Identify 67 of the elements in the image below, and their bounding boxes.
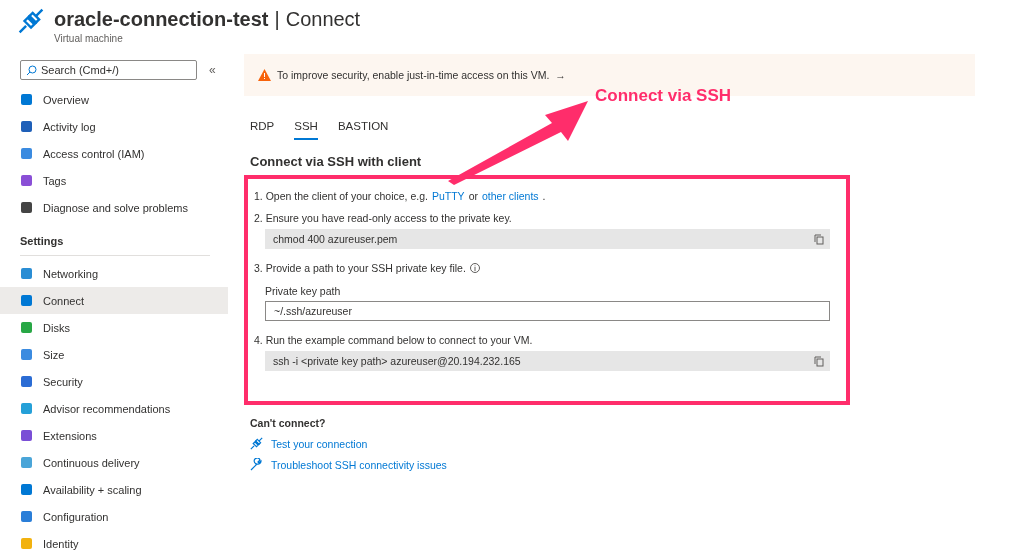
item-icon	[20, 537, 33, 550]
section-heading: Settings	[20, 221, 210, 256]
step-text: 2. Ensure you have read-only access to the private key.	[254, 212, 512, 224]
item-icon	[20, 402, 33, 415]
help-link[interactable]: Test your connection	[250, 437, 368, 450]
link[interactable]: PuTTY	[431, 190, 465, 202]
banner-arrow[interactable]: →	[555, 69, 566, 81]
search-field[interactable]: Search (Cmd+/)	[20, 60, 197, 80]
info-icon[interactable]	[469, 263, 480, 273]
warning-icon	[258, 69, 271, 81]
step-text: 1. Open the client of your choice, e.g.	[254, 190, 428, 202]
section-heading: Connect via SSH with client	[250, 154, 423, 169]
sidebar-item[interactable]: Diagnose and solve problems	[0, 194, 228, 221]
sidebar-item[interactable]: Security	[0, 368, 228, 395]
resource-title: oracle-connection-test	[54, 8, 269, 31]
banner-text: To improve security, enable just-in-time access on this VM.	[277, 69, 550, 81]
sidebar-item[interactable]: Activity log	[0, 113, 228, 140]
item-icon	[20, 147, 33, 160]
sidebar-item[interactable]: Configuration	[0, 503, 228, 530]
plug-icon	[250, 437, 263, 450]
sidebar-item[interactable]: Networking	[0, 260, 228, 287]
item-icon	[20, 483, 33, 496]
collapse-button[interactable]: «	[209, 63, 216, 77]
sidebar-item[interactable]: Disks	[0, 314, 228, 341]
item-icon	[20, 120, 33, 133]
step-text: .	[542, 190, 546, 202]
step-text: 3. Provide a path to your SSH private key file.	[254, 262, 466, 274]
item-icon	[20, 174, 33, 187]
sidebar-item[interactable]: Connect	[0, 287, 228, 314]
item-icon	[20, 321, 33, 334]
page-title: Connect	[285, 8, 361, 31]
tab[interactable]: RDP	[250, 120, 275, 140]
sidebar-item[interactable]: Tags	[0, 167, 228, 194]
field-label: Private key path	[265, 285, 342, 297]
command-text: ssh -i <private key path> azureuser@20.194.232.165	[273, 355, 521, 367]
item-icon	[20, 456, 33, 469]
item-icon	[20, 510, 33, 523]
sidebar-item[interactable]: Identity	[0, 530, 228, 557]
item-icon	[20, 294, 33, 307]
sidebar-item[interactable]: Continuous delivery	[0, 449, 228, 476]
item-icon	[20, 429, 33, 442]
step-text: or	[468, 190, 478, 202]
link[interactable]: other clients	[481, 190, 539, 202]
sidebar-item[interactable]: Overview	[0, 86, 228, 113]
tab[interactable]: BASTION	[337, 120, 389, 140]
item-icon	[20, 93, 33, 106]
step-text: 4. Run the example command below to connect to your VM.	[254, 334, 533, 346]
sidebar-item[interactable]: Advisor recommendations	[0, 395, 228, 422]
key-path-field[interactable]: ~/.ssh/azureuser	[265, 301, 830, 321]
sidebar-item[interactable]: Extensions	[0, 422, 228, 449]
sidebar-item[interactable]: Size	[0, 341, 228, 368]
help-heading: Can't connect?	[250, 417, 327, 429]
tab[interactable]: SSH	[294, 120, 318, 140]
sidebar-item[interactable]: Availability + scaling	[0, 476, 228, 503]
title-separator: |	[274, 8, 280, 31]
resource-type: Virtual machine	[54, 33, 124, 44]
help-link[interactable]: Troubleshoot SSH connectivity issues	[250, 458, 447, 471]
item-icon	[20, 201, 33, 214]
copy-icon[interactable]	[814, 355, 824, 367]
plug-icon	[18, 8, 44, 34]
command-text: chmod 400 azureuser.pem	[273, 233, 398, 245]
item-icon	[20, 348, 33, 361]
item-icon	[20, 267, 33, 280]
annotation-text: Connect via SSH	[595, 86, 732, 106]
sidebar-item[interactable]: Access control (IAM)	[0, 140, 228, 167]
item-icon	[20, 375, 33, 388]
copy-icon[interactable]	[814, 233, 824, 245]
